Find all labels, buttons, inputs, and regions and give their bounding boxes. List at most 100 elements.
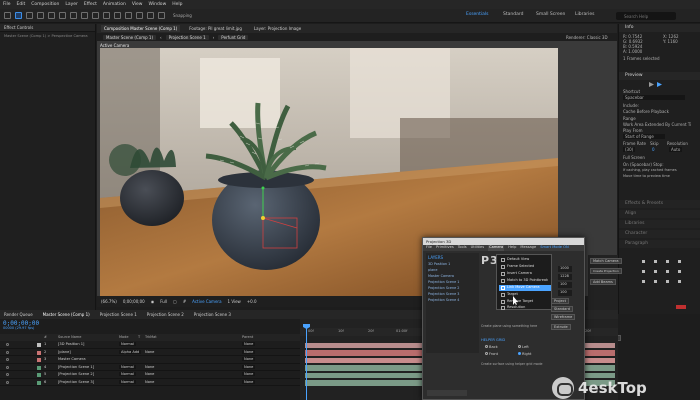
menu-edit[interactable]: Edit: [17, 2, 26, 7]
visibility-eye-icon[interactable]: [6, 358, 9, 361]
puppet-tool-icon[interactable]: [158, 12, 165, 19]
visibility-eye-icon[interactable]: [6, 343, 9, 346]
grid-icon[interactable]: #: [183, 299, 186, 304]
tab-render-queue[interactable]: Render Queue: [4, 312, 33, 317]
home-tool-icon[interactable]: [4, 12, 11, 19]
dlg-menu-help[interactable]: Help: [508, 245, 516, 251]
play-from-dropdown[interactable]: Start of Range: [623, 134, 665, 139]
full-screen-checkbox[interactable]: Full Screen: [623, 155, 645, 160]
zoom-dropdown[interactable]: (66.7%): [101, 299, 117, 304]
visibility-eye-icon[interactable]: [6, 365, 9, 369]
view-dropdown[interactable]: Active Camera: [192, 299, 221, 304]
layer-parent-dropdown[interactable]: None: [242, 357, 256, 361]
layer-trkmat-dropdown[interactable]: None: [145, 372, 154, 376]
pan-behind-tool-icon[interactable]: [70, 12, 77, 19]
dlg-project-button[interactable]: Project: [551, 298, 569, 304]
grid-dot-icon[interactable]: [654, 260, 657, 263]
dlg-menu-utilities[interactable]: Utilities: [471, 245, 485, 251]
dlg-menu-message[interactable]: Message: [520, 245, 536, 251]
grid-dot-icon[interactable]: [666, 260, 669, 263]
snapping-toggle[interactable]: Snapping: [173, 13, 192, 18]
section-character[interactable]: Character: [619, 230, 700, 238]
label-color-swatch[interactable]: [37, 380, 41, 385]
cache-before-checkbox[interactable]: Cache Before Playback: [623, 109, 669, 114]
dd-match-pointbreak[interactable]: Match to 3D Pointbreak: [499, 278, 551, 284]
effect-controls-tab[interactable]: Effect Controls: [4, 25, 33, 30]
table-row[interactable]: 1 [3D Position 1] Normal None: [0, 342, 300, 349]
frame-rate-dropdown[interactable]: (30): [623, 147, 636, 152]
resolution-dropdown-rp[interactable]: Auto: [669, 147, 683, 152]
dd-resolution[interactable]: Resolution: [499, 305, 551, 311]
dlg-menu-primitives[interactable]: Primitives: [436, 245, 454, 251]
table-row[interactable]: 6 [Projection Scene 3] Normal None None: [0, 379, 300, 386]
breadcrumb-master-scene[interactable]: Master Scene (Comp 1): [103, 34, 157, 40]
helper-right-radio[interactable]: Right: [518, 352, 531, 356]
dlg-layer-item[interactable]: Master Camera: [428, 274, 454, 278]
camera-tool-icon[interactable]: [59, 12, 66, 19]
dlg-layer-item[interactable]: Projection Scene 1: [428, 280, 459, 284]
preview-header[interactable]: Preview: [619, 72, 700, 80]
menu-view[interactable]: View: [132, 2, 143, 7]
grid-dot-icon[interactable]: [666, 280, 669, 283]
helper-left-radio[interactable]: Left: [518, 345, 529, 349]
clone-tool-icon[interactable]: [125, 12, 132, 19]
layer-name[interactable]: [Projection Scene 1]: [58, 365, 94, 369]
layer-name[interactable]: [Projection Scene 3]: [58, 380, 94, 384]
label-color-swatch[interactable]: [37, 350, 41, 355]
table-row[interactable]: 4 [Projection Scene 1] Normal None None: [0, 364, 300, 371]
grid-dot-icon[interactable]: [654, 280, 657, 283]
dlg-layer-item[interactable]: 3D Position 1: [428, 262, 450, 266]
dd-insert-camera[interactable]: Insert Camera: [499, 271, 551, 277]
dd-target[interactable]: Target: [499, 292, 551, 298]
visibility-eye-icon[interactable]: [6, 350, 9, 354]
menu-layer[interactable]: Layer: [65, 2, 78, 7]
dlg-layer-item[interactable]: Projection Scene 3: [428, 292, 459, 296]
section-align[interactable]: Align: [619, 210, 700, 218]
playhead[interactable]: [306, 324, 307, 400]
type-tool-icon[interactable]: [103, 12, 110, 19]
tab-composition[interactable]: Composition Master Scene (Comp 1): [101, 25, 181, 32]
region-icon[interactable]: ▢: [173, 299, 177, 304]
label-color-swatch[interactable]: [37, 365, 41, 370]
dlg-field[interactable]: 100: [558, 290, 572, 296]
shortcut-dropdown[interactable]: Spacebar: [623, 95, 685, 100]
grid-dot-icon[interactable]: [678, 270, 681, 273]
hand-tool-icon[interactable]: [26, 12, 33, 19]
tab-footage[interactable]: Footage: Pil great limit.jpg: [186, 25, 245, 32]
dlg-field[interactable]: 1000: [558, 266, 572, 272]
pen-tool-icon[interactable]: [92, 12, 99, 19]
layer-parent-dropdown[interactable]: None: [242, 364, 256, 369]
tab-master-scene[interactable]: Master Scene (Comp 1): [43, 312, 90, 317]
layer-trkmat-dropdown[interactable]: None: [145, 350, 154, 354]
if-caching-checkbox[interactable]: If caching, play cached frames: [623, 168, 677, 172]
match-camera-button[interactable]: Match Camera: [590, 258, 622, 264]
eraser-tool-icon[interactable]: [136, 12, 143, 19]
visibility-eye-icon[interactable]: [6, 373, 9, 376]
section-paragraph[interactable]: Paragraph: [619, 240, 700, 248]
time-display[interactable]: 0;00;00;00: [123, 299, 145, 304]
workspace-standard[interactable]: Standard: [503, 12, 523, 17]
dialog-bottom-toolbar[interactable]: [427, 390, 467, 396]
breadcrumb-perfunt-grid[interactable]: Perfunt Grid: [218, 34, 249, 40]
layer-name[interactable]: [3D Position 1]: [58, 342, 84, 346]
visibility-eye-icon[interactable]: [6, 380, 9, 384]
dialog-title[interactable]: Projection 3D: [423, 238, 584, 245]
tab-layer[interactable]: Layer: Projection Image: [251, 25, 304, 32]
helper-front-radio[interactable]: Front: [485, 352, 498, 356]
menu-window[interactable]: Window: [149, 2, 167, 7]
layer-mode-dropdown[interactable]: Alpha Add: [119, 349, 142, 354]
table-row[interactable]: 5 [Projection Scene 2] Normal None None: [0, 372, 300, 379]
layer-mode-dropdown[interactable]: Normal: [119, 379, 137, 384]
workspace-libraries[interactable]: Libraries: [575, 12, 594, 17]
dlg-menu-file[interactable]: File: [426, 245, 432, 251]
dlg-menu-tools[interactable]: Tools: [458, 245, 467, 251]
tab-projection-scene-3[interactable]: Projection Scene 3: [194, 312, 231, 317]
label-color-swatch[interactable]: [37, 373, 41, 377]
grid-dot-icon[interactable]: [642, 260, 645, 263]
dlg-standard-button[interactable]: Standard: [551, 306, 573, 312]
zoom-tool-icon[interactable]: [37, 12, 44, 19]
info-header[interactable]: Info: [619, 24, 700, 32]
layer-parent-dropdown[interactable]: None: [242, 372, 256, 376]
menu-file[interactable]: File: [3, 2, 11, 7]
camera-icon[interactable]: ◉: [151, 299, 155, 304]
